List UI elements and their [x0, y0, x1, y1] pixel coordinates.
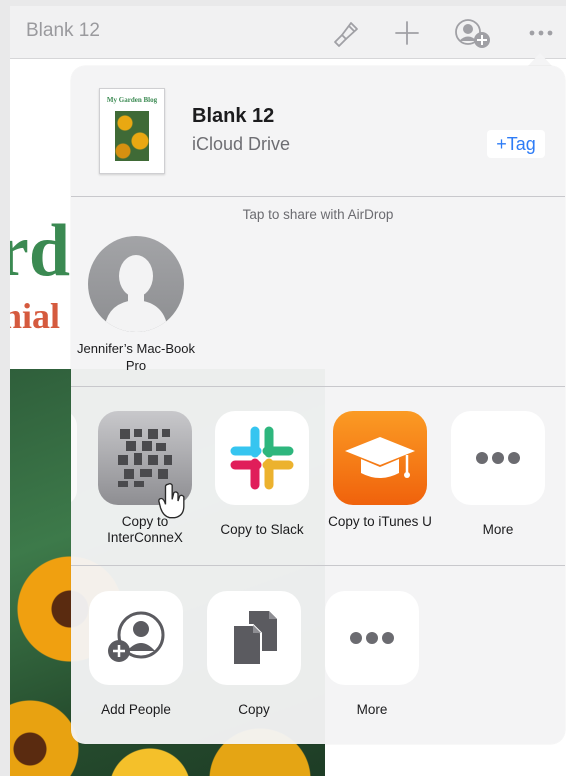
action-label-more: More: [356, 702, 388, 717]
app-itunes-u[interactable]: [333, 411, 427, 505]
add-person-icon[interactable]: [454, 18, 494, 48]
app-label-more: More: [482, 522, 514, 537]
top-toolbar: Blank 12: [10, 6, 566, 59]
action-more[interactable]: [325, 591, 419, 685]
action-label-add-people: Add People: [101, 702, 171, 717]
document-title: Blank 12: [26, 20, 100, 41]
thumbnail-title: My Garden Blog: [106, 96, 158, 104]
copy-icon: [232, 611, 277, 666]
slack-icon: [230, 426, 294, 490]
add-people-icon: [108, 611, 165, 662]
airdrop-contact-name: Jennifer’s Mac-Book Pro: [77, 341, 196, 373]
divider: [71, 196, 565, 197]
app-tile-partial[interactable]: [71, 411, 77, 505]
file-thumbnail: My Garden Blog: [99, 88, 165, 174]
app-label-slack: Copy to Slack: [220, 522, 304, 537]
action-copy[interactable]: [207, 591, 301, 685]
file-location: iCloud Drive: [192, 134, 291, 154]
app-label-interconnex: Copy to InterConneX: [107, 514, 183, 545]
app-interconnex[interactable]: [98, 411, 192, 519]
divider: [71, 565, 565, 566]
divider: [71, 386, 565, 387]
thumbnail-image: [115, 111, 149, 161]
action-label-copy: Copy: [238, 702, 270, 717]
more-icon[interactable]: [526, 18, 556, 48]
person-silhouette-icon: [88, 236, 184, 332]
action-add-people[interactable]: [89, 591, 183, 685]
paintbrush-icon[interactable]: [330, 18, 360, 48]
airdrop-contact[interactable]: Jennifer’s Mac-Book Pro: [77, 236, 195, 376]
more-dots-icon: [476, 452, 520, 464]
share-header: My Garden Blog Blank 12 iCloud Drive +Ta…: [71, 66, 565, 196]
popover-arrow: [527, 53, 553, 67]
plus-icon[interactable]: [392, 18, 422, 48]
document-subheading: nial: [10, 296, 61, 336]
app-label-itunes-u: Copy to iTunes U: [328, 514, 432, 529]
tag-button[interactable]: +Tag: [487, 130, 545, 158]
app-more[interactable]: [451, 411, 545, 505]
document-heading: rd: [10, 210, 70, 292]
itunes-u-icon: [345, 437, 415, 478]
file-name: Blank 12: [192, 105, 275, 127]
app-slack[interactable]: [215, 411, 309, 505]
share-sheet: My Garden Blog Blank 12 iCloud Drive +Ta…: [71, 66, 565, 744]
airdrop-hint: Tap to share with AirDrop: [242, 207, 394, 222]
more-dots-icon: [350, 632, 394, 644]
